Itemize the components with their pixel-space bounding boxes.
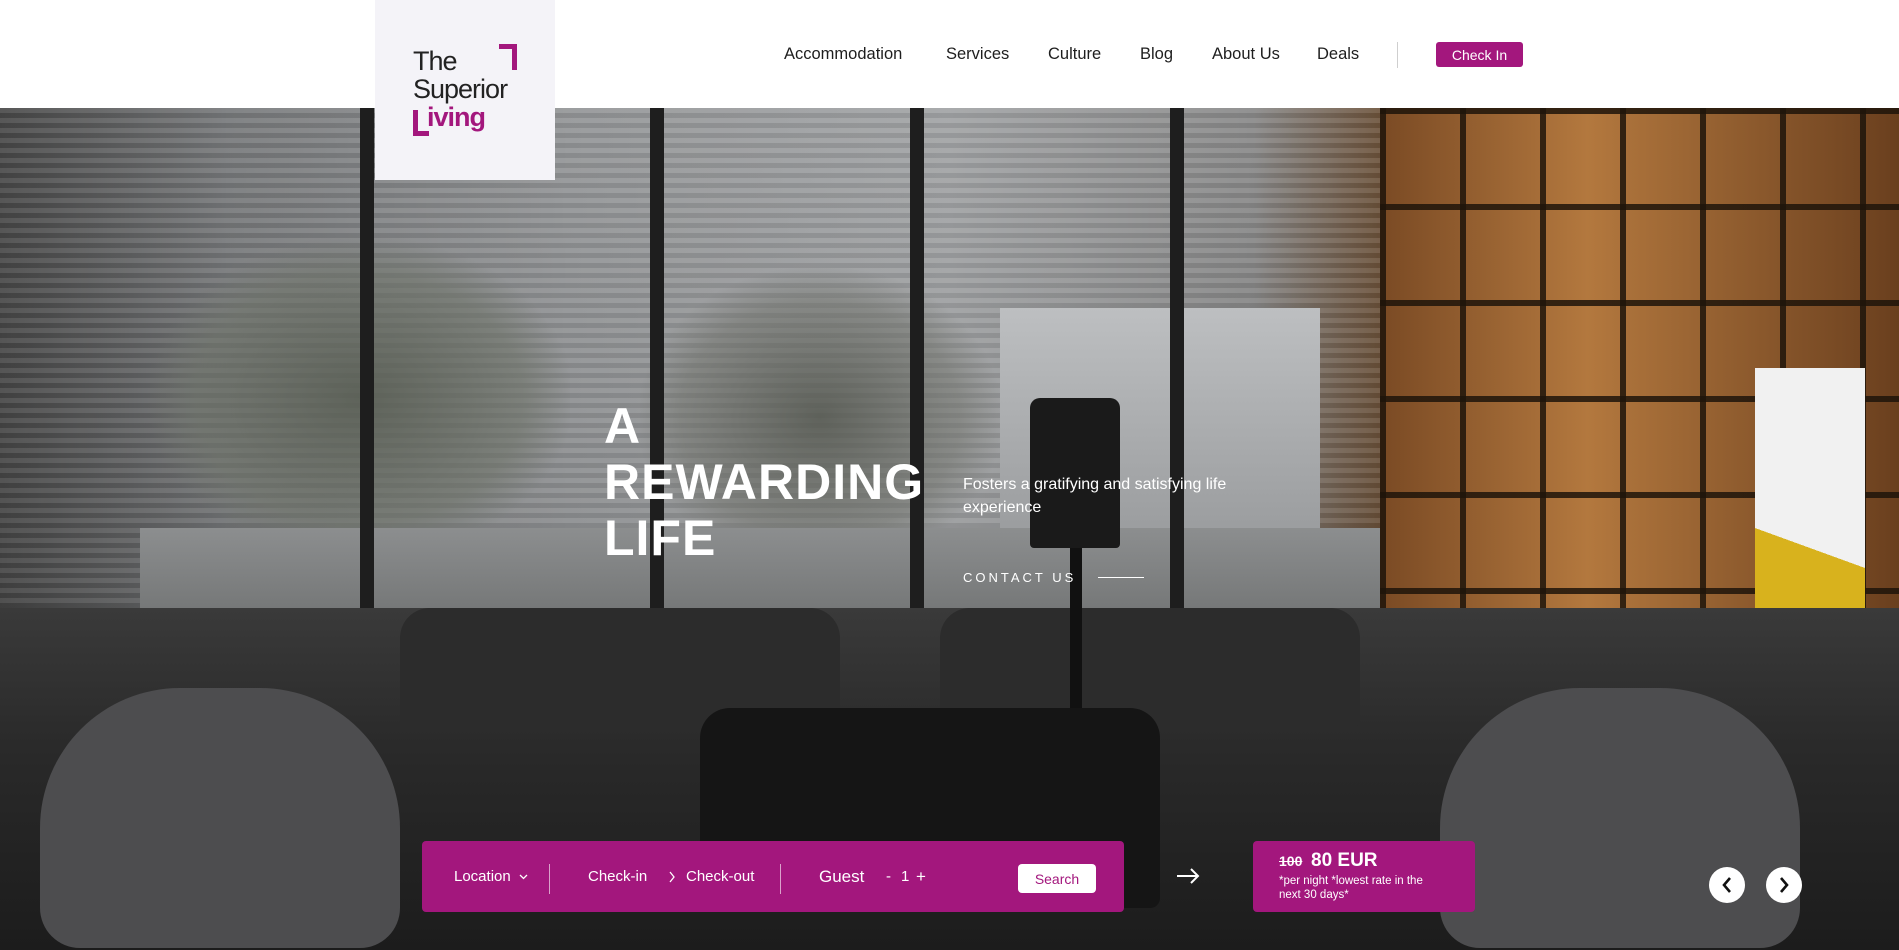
contact-us-link[interactable]: CONTACT US [963, 570, 1145, 585]
chevron-left-icon [1721, 876, 1733, 894]
nav-services[interactable]: Services [946, 45, 1009, 64]
check-in-field[interactable]: Check-in [588, 841, 647, 912]
nav-accommodation[interactable]: Accommodation [784, 45, 902, 64]
nav-divider [1397, 42, 1398, 68]
hero-title-line: A [604, 398, 642, 454]
hero-title-line: REWARDING [604, 454, 925, 510]
booking-divider [549, 864, 550, 894]
search-button[interactable]: Search [1018, 864, 1096, 893]
price-card[interactable]: 100 80 EUR *per night *lowest rate in th… [1253, 841, 1475, 912]
logo-text-superior: Superior [413, 74, 508, 104]
next-slide-button[interactable] [1766, 867, 1802, 903]
chevron-down-icon [519, 874, 528, 880]
new-price: 80 EUR [1311, 850, 1378, 871]
guest-count: 1 [901, 868, 910, 885]
guest-decrement-button[interactable]: - [886, 841, 891, 912]
hero-bg-chair [40, 688, 400, 948]
guest-label: Guest [819, 866, 865, 886]
check-in-button[interactable]: Check In [1436, 42, 1523, 67]
window-frame [1170, 108, 1184, 628]
hero-title-line: LIFE [604, 510, 717, 566]
nav-culture[interactable]: Culture [1048, 45, 1101, 64]
hero-bg-chair [1440, 688, 1800, 948]
logo-text-living: iving [427, 102, 486, 132]
guest-increment-button[interactable]: + [916, 841, 926, 912]
window-frame [360, 108, 374, 628]
location-label: Location [454, 868, 511, 885]
brand-logo[interactable]: The Superior iving [375, 0, 555, 180]
booking-bar: Location Check-in Check-out Guest - 1 + … [422, 841, 1124, 912]
hero-subtitle: Fosters a gratifying and satisfying life… [963, 476, 1227, 516]
contact-us-label: CONTACT US [963, 570, 1077, 585]
prev-slide-button[interactable] [1709, 867, 1745, 903]
arrow-right-icon[interactable] [1174, 862, 1202, 890]
nav-about-us[interactable]: About Us [1212, 45, 1280, 64]
price-note: *per night *lowest rate in the next 30 d… [1279, 875, 1423, 901]
logo-text-the: The [413, 46, 458, 76]
check-out-field[interactable]: Check-out [686, 841, 754, 912]
old-price: 100 [1279, 853, 1303, 869]
location-select[interactable]: Location [454, 841, 528, 912]
nav-blog[interactable]: Blog [1140, 45, 1173, 64]
hero-title: A REWARDING LIFE [604, 398, 924, 566]
logo-corner-mark [499, 44, 517, 70]
contact-us-line [1098, 577, 1145, 578]
booking-divider [780, 864, 781, 894]
chevron-right-icon [1778, 876, 1790, 894]
site-header: Accommodation Services Culture Blog Abou… [0, 0, 1899, 108]
nav-deals[interactable]: Deals [1317, 45, 1359, 64]
hero-section: A REWARDING LIFE Fosters a gratifying an… [0, 108, 1899, 950]
chevron-right-icon [668, 841, 676, 912]
